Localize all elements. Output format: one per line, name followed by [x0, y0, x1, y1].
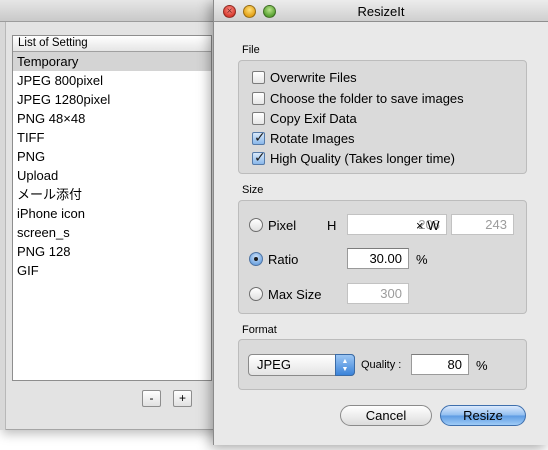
resize-button[interactable]: Resize — [440, 405, 526, 426]
cancel-button[interactable]: Cancel — [340, 405, 432, 426]
settings-window-titlebar[interactable] — [0, 0, 231, 22]
quality-unit-label: % — [476, 358, 488, 373]
checkmark-icon: ✓ — [254, 128, 266, 145]
add-setting-button[interactable]: + — [173, 390, 192, 407]
settings-list-item[interactable]: JPEG 800pixel — [13, 71, 211, 90]
ratio-option[interactable]: Ratio — [249, 250, 298, 268]
rotate-images-label: Rotate Images — [270, 130, 355, 146]
format-section-label: Format — [242, 324, 277, 336]
max-size-radio[interactable] — [249, 287, 263, 301]
format-popup[interactable]: JPEG ▲ ▼ — [248, 354, 355, 376]
settings-list-item[interactable]: Temporary — [13, 52, 211, 71]
ratio-field[interactable]: 30.00 — [347, 248, 409, 269]
ratio-label: Ratio — [268, 251, 299, 267]
overwrite-files-label: Overwrite Files — [270, 69, 357, 85]
max-size-label: Max Size — [268, 286, 322, 302]
choose-folder-label: Choose the folder to save images — [270, 90, 464, 106]
settings-list-item[interactable]: PNG 48×48 — [13, 109, 211, 128]
dialog-title: ResizeIt — [357, 4, 405, 19]
high-quality-checkbox[interactable]: ✓ — [252, 148, 266, 165]
choose-folder-option[interactable]: Choose the folder to save images — [252, 89, 464, 107]
max-size-option[interactable]: Max Size — [249, 285, 321, 303]
settings-list-item[interactable]: JPEG 1280pixel — [13, 90, 211, 109]
overwrite-files-option[interactable]: Overwrite Files — [252, 68, 357, 86]
times-width-label: × W — [416, 218, 440, 233]
settings-list[interactable]: List of Setting Temporary JPEG 800pixel … — [12, 35, 212, 381]
popup-arrows-icon: ▲ ▼ — [335, 354, 355, 376]
high-quality-label: High Quality (Takes longer time) — [270, 150, 455, 166]
size-section-label: Size — [242, 184, 264, 196]
resizeit-dialog: × ResizeIt File Overwrite Files Choose t… — [213, 0, 548, 445]
choose-folder-checkbox[interactable] — [252, 91, 265, 105]
settings-list-header[interactable]: List of Setting — [13, 36, 211, 52]
height-label: H — [327, 218, 337, 233]
drawer-edge — [0, 22, 6, 430]
ratio-unit-label: % — [416, 252, 428, 267]
settings-list-item[interactable]: GIF — [13, 261, 211, 280]
settings-list-item[interactable]: PNG — [13, 147, 211, 166]
settings-list-item[interactable]: screen_s — [13, 223, 211, 242]
max-size-field[interactable]: 300 — [347, 283, 409, 304]
high-quality-option[interactable]: ✓ High Quality (Takes longer time) — [252, 149, 455, 167]
format-popup-value: JPEG — [257, 357, 291, 372]
rotate-images-option[interactable]: ✓ Rotate Images — [252, 129, 355, 147]
settings-list-item[interactable]: TIFF — [13, 128, 211, 147]
remove-setting-button[interactable]: - — [142, 390, 161, 407]
quality-field[interactable]: 80 — [411, 354, 469, 375]
pixel-radio[interactable] — [249, 218, 263, 232]
settings-list-item[interactable]: iPhone icon — [13, 204, 211, 223]
copy-exif-option[interactable]: Copy Exif Data — [252, 109, 357, 127]
settings-list-window: List of Setting Temporary JPEG 800pixel … — [0, 0, 232, 430]
copy-exif-checkbox[interactable] — [252, 111, 265, 125]
width-label: × W — [416, 218, 439, 233]
pixel-label: Pixel — [268, 217, 297, 233]
checkmark-icon: ✓ — [254, 148, 266, 165]
ratio-radio[interactable] — [249, 252, 263, 266]
settings-list-item[interactable]: PNG 128 — [13, 242, 211, 261]
copy-exif-label: Copy Exif Data — [270, 110, 357, 126]
dialog-titlebar[interactable]: × ResizeIt — [214, 0, 548, 22]
settings-list-item[interactable]: Upload — [13, 166, 211, 185]
pixel-option[interactable]: Pixel — [249, 216, 296, 234]
overwrite-files-checkbox[interactable] — [252, 70, 265, 84]
quality-label: Quality : — [361, 359, 402, 371]
file-section-label: File — [242, 44, 260, 56]
rotate-images-checkbox[interactable]: ✓ — [252, 128, 266, 145]
pixel-width-field[interactable]: 243 — [451, 214, 514, 235]
settings-list-item[interactable]: メール添付 — [13, 185, 211, 204]
